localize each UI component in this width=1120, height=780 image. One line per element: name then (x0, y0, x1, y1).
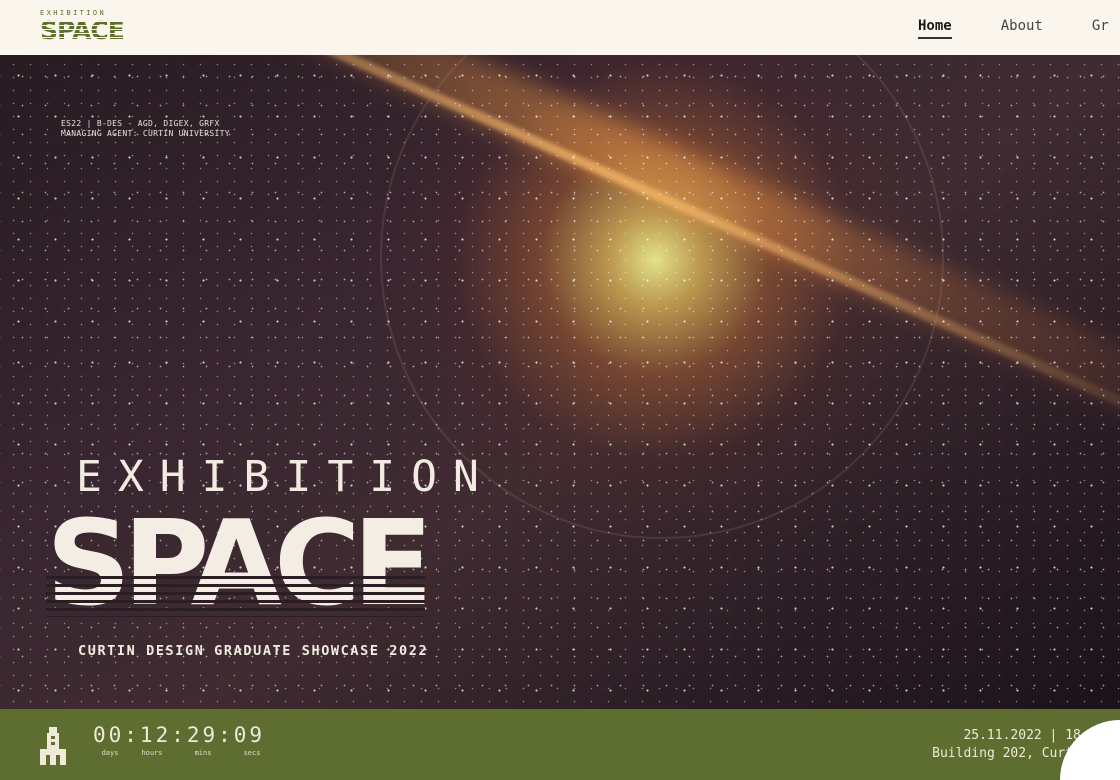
label-mins: mins (194, 749, 212, 757)
title-stripe-overlay (46, 571, 426, 617)
hero-tagline: CURTIN DESIGN GRADUATE SHOWCASE 2022 (78, 643, 429, 659)
label-secs: secs (243, 749, 261, 757)
site-header: EXHIBITION SPACE Home About Gr (0, 0, 1120, 55)
nav-about[interactable]: About (1001, 18, 1043, 39)
countdown-value: 00:12:29:09 (93, 723, 266, 747)
countdown-labels: days hours mins secs (93, 749, 275, 757)
credits-line-2: MANAGING AGENT: CURTIN UNIVERSITY (61, 129, 230, 138)
nav-home[interactable]: Home (918, 18, 952, 39)
hero-title-big: SPACE (46, 493, 426, 633)
credits-line-1: ES22 | B-DES - AGD, DIGEX, GRFX (61, 119, 220, 128)
nav-gr[interactable]: Gr (1092, 18, 1109, 39)
label-hours: hours (141, 749, 163, 757)
hero-credits: ES22 | B-DES - AGD, DIGEX, GRFX MANAGING… (61, 119, 230, 139)
main-nav: Home About Gr (918, 18, 1109, 39)
tower-icon (40, 727, 66, 765)
site-logo[interactable]: EXHIBITION SPACE (40, 9, 130, 47)
label-days: days (101, 749, 119, 757)
logo-big-text: SPACE (40, 18, 130, 44)
countdown-timer: 00:12:29:09 days hours mins secs (93, 723, 275, 757)
countdown-bar: 00:12:29:09 days hours mins secs 25.11.2… (0, 709, 1120, 780)
hero-banner: ES22 | B-DES - AGD, DIGEX, GRFX MANAGING… (0, 55, 1120, 710)
